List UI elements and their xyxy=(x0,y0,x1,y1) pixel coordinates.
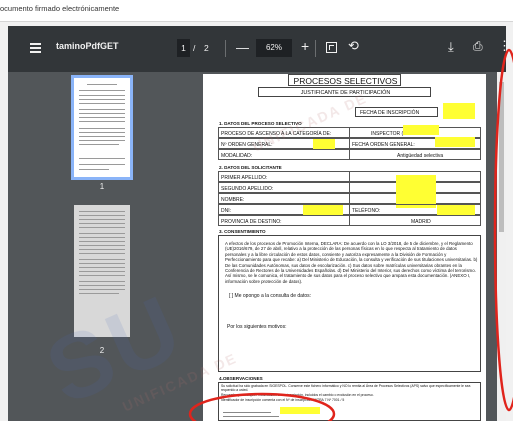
title-box: PROCESOS SELECTIVOS xyxy=(288,74,401,86)
field-label: PRIMER APELLIDO: xyxy=(221,175,268,181)
redaction-highlight xyxy=(403,125,439,135)
redaction-highlight xyxy=(280,407,320,414)
field-label: SEGUNDO APELLIDO: xyxy=(221,186,274,192)
page-number-input[interactable]: 1 xyxy=(177,39,190,57)
zoom-input[interactable]: 62% xyxy=(256,39,292,57)
fecha-inscripcion-box: FECHA DE INSCRIPCIÓN xyxy=(355,107,438,117)
zoom-out-button[interactable]: — xyxy=(236,40,249,55)
document-subtitle: JUSTIFICANTE DE PARTICIPACIÓN xyxy=(300,90,391,96)
field-label: FECHA ORDEN GENERAL: xyxy=(352,142,415,148)
section-heading: 4.OBSERVACIONES xyxy=(219,376,263,381)
form-row: PRIMER APELLIDO: xyxy=(218,171,481,182)
observaciones-text: Su solicitud ha sido grabada en SIGESPOL… xyxy=(221,384,471,393)
redaction-highlight xyxy=(303,205,343,215)
field-label: NOMBRE: xyxy=(221,197,245,203)
page-separator: / xyxy=(193,43,196,53)
vertical-scrollbar[interactable] xyxy=(497,72,506,421)
thumbnail-label: 1 xyxy=(99,182,105,191)
observaciones-text-3: Identificador de inscripción comenta con… xyxy=(221,398,345,402)
field-value: MADRID xyxy=(411,219,431,225)
pdf-page: PROCESOS SELECTIVOS JUSTIFICANTE DE PART… xyxy=(203,74,486,421)
redaction-highlight xyxy=(443,103,475,119)
print-icon[interactable]: ⎙ xyxy=(473,39,483,54)
form-row: PROVINCIA DE DESTINO: MADRID xyxy=(218,215,481,226)
motivos-label: Por los siguientes motivos: xyxy=(227,324,287,330)
consent-text: A efectos de los procesos de Promoción I… xyxy=(225,241,478,284)
hamburger-icon[interactable] xyxy=(30,43,41,53)
observaciones-text-2: Recuerde que cualquier modificación en s… xyxy=(221,393,374,397)
section-heading: 3. CONSENTIMIENTO xyxy=(219,229,266,234)
fit-page-icon[interactable] xyxy=(326,42,337,53)
toolbar-divider xyxy=(315,40,316,57)
screenshot: ocumento firmado electrónicamente tamino… xyxy=(0,0,513,421)
window-title: ocumento firmado electrónicamente xyxy=(0,4,120,13)
more-vert-icon[interactable]: ⋮ xyxy=(498,38,511,54)
document-viewport[interactable]: PROCESOS SELECTIVOS JUSTIFICANTE DE PART… xyxy=(198,72,506,421)
field-label: MODALIDAD: xyxy=(221,153,253,159)
section-heading: 2. DATOS DEL SOLICITANTE xyxy=(219,165,282,170)
document-name: taminoPdfGET xyxy=(56,41,119,51)
rotate-icon[interactable]: ⟲ xyxy=(348,38,359,54)
field-label: PROVINCIA DE DESTINO: xyxy=(221,219,282,225)
form-row: NOMBRE: xyxy=(218,193,481,204)
field-value: Antigüedad selectiva xyxy=(397,153,444,159)
field-value: INSPECTOR (E xyxy=(371,131,407,137)
fecha-inscripcion-label: FECHA DE INSCRIPCIÓN xyxy=(360,110,420,116)
page-total: 2 xyxy=(204,43,209,53)
field-label: DNI: xyxy=(221,208,231,214)
pdf-toolbar: taminoPdfGET 1 / 2 — 62% + ⟲ ⤓ ⎙ ⋮ xyxy=(8,26,511,72)
document-title: PROCESOS SELECTIVOS xyxy=(293,76,398,86)
form-row: SEGUNDO APELLIDO: xyxy=(218,182,481,193)
subtitle-box: JUSTIFICANTE DE PARTICIPACIÓN xyxy=(258,87,431,97)
redaction-highlight xyxy=(435,137,475,147)
scrollbar-thumb[interactable] xyxy=(499,82,504,232)
download-icon[interactable]: ⤓ xyxy=(448,39,454,55)
toolbar-divider xyxy=(225,40,226,57)
window-titlebar: ocumento firmado electrónicamente xyxy=(0,0,513,22)
redaction-highlight xyxy=(437,205,475,215)
field-label: TELÉFONO: xyxy=(352,208,381,214)
zoom-in-button[interactable]: + xyxy=(301,38,309,54)
page-thumbnail-1[interactable] xyxy=(71,75,133,180)
opt-out-checkbox[interactable]: [ ] Me opongo a la consulta de datos: xyxy=(229,293,311,299)
